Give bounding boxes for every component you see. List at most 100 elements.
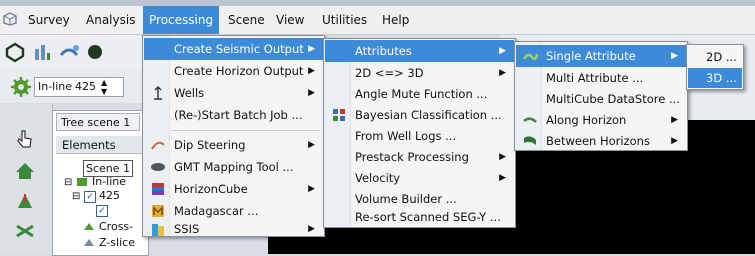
collapse-toggle[interactable]: ⊟ xyxy=(64,175,72,190)
along-horizon-icon xyxy=(523,117,537,123)
left-tool-panel xyxy=(0,104,53,254)
menu-analysis[interactable]: Analysis xyxy=(80,6,141,34)
menu-item-2d[interactable]: 2D ... xyxy=(688,47,742,67)
submenu-arrow-icon: ▶ xyxy=(308,224,315,234)
submenu-arrow-icon: ▶ xyxy=(499,68,506,78)
menu-item-create-seismic-output[interactable]: Create Seismic Output ▶ xyxy=(144,38,323,60)
menu-item-label: (Re-)Start Batch Job ... xyxy=(174,108,303,122)
tree-item-inline[interactable]: In-line xyxy=(92,174,126,189)
well-icon xyxy=(154,86,162,100)
menu-processing[interactable]: Processing xyxy=(143,6,220,34)
menu-item-multi-attribute[interactable]: Multi Attribute ... xyxy=(516,67,686,89)
collapse-toggle[interactable]: ⊟ xyxy=(72,189,80,204)
elements-header[interactable]: Elements xyxy=(56,136,144,154)
submenu-arrow-icon: ▶ xyxy=(308,140,315,150)
menu-utilities[interactable]: Utilities xyxy=(316,6,373,34)
menu-item-label: Create Seismic Output xyxy=(174,42,304,56)
menu-item-from-well-logs[interactable]: From Well Logs ... xyxy=(325,125,514,147)
menu-item-single-attribute[interactable]: Single Attribute ▶ xyxy=(516,45,686,67)
menu-item-label: Madagascar ... xyxy=(174,204,259,218)
submenu-arrow-icon: ▶ xyxy=(308,184,315,194)
menu-item-label: Prestack Processing xyxy=(355,150,469,164)
tree-item-crossline[interactable]: Cross- xyxy=(99,219,133,234)
submenu-arrow-icon: ▶ xyxy=(671,136,678,146)
menu-item-multicube-datastore[interactable]: MultiCube DataStore ... xyxy=(516,88,686,110)
menu-item-label: 2D <=> 3D xyxy=(355,66,424,80)
checkbox-inline-sub[interactable]: ✓ xyxy=(96,205,108,217)
menu-item-create-horizon-output[interactable]: Create Horizon Output ▶ xyxy=(144,60,323,82)
menu-item-label: MultiCube DataStore ... xyxy=(546,92,680,106)
zslice-icon xyxy=(84,239,94,246)
seismic-output-submenu: Attributes ▶ 2D <=> 3D ▶ Angle Mute Func… xyxy=(323,38,516,228)
spin-arrows-icon[interactable]: ▲ ▼ xyxy=(101,78,107,96)
tree-item-425[interactable]: 425 xyxy=(99,188,120,203)
tree-tab[interactable]: Tree scene 1 xyxy=(56,113,140,131)
menu-item-bayesian-classification[interactable]: Bayesian Classification ... xyxy=(325,104,514,126)
inline-value[interactable]: 425 xyxy=(75,80,96,93)
menu-item-angle-mute-function[interactable]: Angle Mute Function ... xyxy=(325,83,514,105)
submenu-arrow-icon: ▶ xyxy=(499,46,506,56)
menu-item-3d[interactable]: 3D ... xyxy=(688,68,742,88)
menu-item-label: GMT Mapping Tool ... xyxy=(174,160,294,174)
menu-item-dip-steering[interactable]: Dip Steering ▶ xyxy=(144,134,323,156)
menu-item-label: Single Attribute xyxy=(546,49,636,63)
menu-survey[interactable]: Survey xyxy=(22,6,76,34)
submenu-arrow-icon: ▶ xyxy=(308,66,315,76)
inline-folder-icon xyxy=(77,178,87,186)
submenu-arrow-icon: ▶ xyxy=(308,88,315,98)
menu-item-resort-scanned-segy[interactable]: Re-sort Scanned SEG-Y ... xyxy=(325,206,514,228)
between-horizons-icon xyxy=(524,136,536,145)
inline-selector[interactable]: In-line 425 ▲ ▼ xyxy=(34,77,124,97)
menu-item-horizoncube[interactable]: HorizonCube ▶ xyxy=(144,178,323,200)
pointer-hand-icon[interactable] xyxy=(14,128,36,150)
home-view-icon[interactable] xyxy=(14,160,36,182)
inline-label: In-line xyxy=(38,80,73,93)
submenu-arrow-icon: ▶ xyxy=(499,152,506,162)
menu-item-2d-3d[interactable]: 2D <=> 3D ▶ xyxy=(325,62,514,84)
menu-help[interactable]: Help xyxy=(376,6,415,34)
menu-view[interactable]: View xyxy=(270,6,310,34)
menu-item-wells[interactable]: Wells ▶ xyxy=(144,82,323,104)
menu-item-label: 3D ... xyxy=(706,71,737,85)
app-logo-icon xyxy=(3,12,17,26)
menu-item-ssis[interactable]: SSIS ▶ xyxy=(144,222,323,236)
menu-item-attributes[interactable]: Attributes ▶ xyxy=(325,40,514,62)
crossline-icon xyxy=(84,223,94,230)
menu-item-along-horizon[interactable]: Along Horizon ▶ xyxy=(516,109,686,131)
gear-icon[interactable] xyxy=(10,76,32,98)
submenu-arrow-icon: ▶ xyxy=(499,173,506,183)
menu-item-label: Along Horizon xyxy=(546,113,627,127)
menu-bar: Survey Analysis Processing Scene View Ut… xyxy=(0,6,755,35)
menu-item-label: SSIS xyxy=(174,222,200,236)
gmt-icon xyxy=(151,163,165,171)
tree-item-zslice[interactable]: Z-slice xyxy=(99,235,135,250)
menu-separator xyxy=(171,130,320,131)
menu-scene[interactable]: Scene xyxy=(222,6,271,34)
menu-item-label: From Well Logs ... xyxy=(355,129,457,143)
menu-item-label: Multi Attribute ... xyxy=(546,71,644,85)
checkbox-425[interactable]: ✓ xyxy=(84,191,96,203)
menu-item-madagascar[interactable]: Madagascar ... xyxy=(144,200,323,222)
single-attribute-submenu: 2D ... 3D ... xyxy=(686,44,744,90)
survey-box-icon[interactable] xyxy=(4,41,26,63)
well-tool-icon[interactable] xyxy=(58,41,80,63)
cube-tool-icon[interactable] xyxy=(84,41,106,63)
view-direction-icon[interactable] xyxy=(14,190,36,212)
menu-item-gmt-mapping-tool[interactable]: GMT Mapping Tool ... xyxy=(144,156,323,178)
menu-item-velocity[interactable]: Velocity ▶ xyxy=(325,167,514,189)
bayesian-icon xyxy=(333,109,345,121)
menu-item-label: Angle Mute Function ... xyxy=(355,87,488,101)
chart-icon[interactable] xyxy=(32,41,54,63)
horizoncube-icon xyxy=(152,183,164,195)
submenu-arrow-icon: ▶ xyxy=(671,51,678,61)
ssis-icon xyxy=(152,224,164,236)
menu-item-label: Re-sort Scanned SEG-Y ... xyxy=(355,210,501,224)
menu-item-label: 2D ... xyxy=(706,50,737,64)
menu-item-restart-batch-job[interactable]: (Re-)Start Batch Job ... xyxy=(144,104,323,126)
move-arrows-icon[interactable] xyxy=(14,220,36,242)
menu-item-between-horizons[interactable]: Between Horizons ▶ xyxy=(516,130,686,152)
menu-item-label: Dip Steering xyxy=(174,138,246,152)
menu-item-prestack-processing[interactable]: Prestack Processing ▶ xyxy=(325,146,514,168)
menu-item-label: Wells xyxy=(174,86,205,100)
menu-item-label: Between Horizons xyxy=(546,134,650,148)
